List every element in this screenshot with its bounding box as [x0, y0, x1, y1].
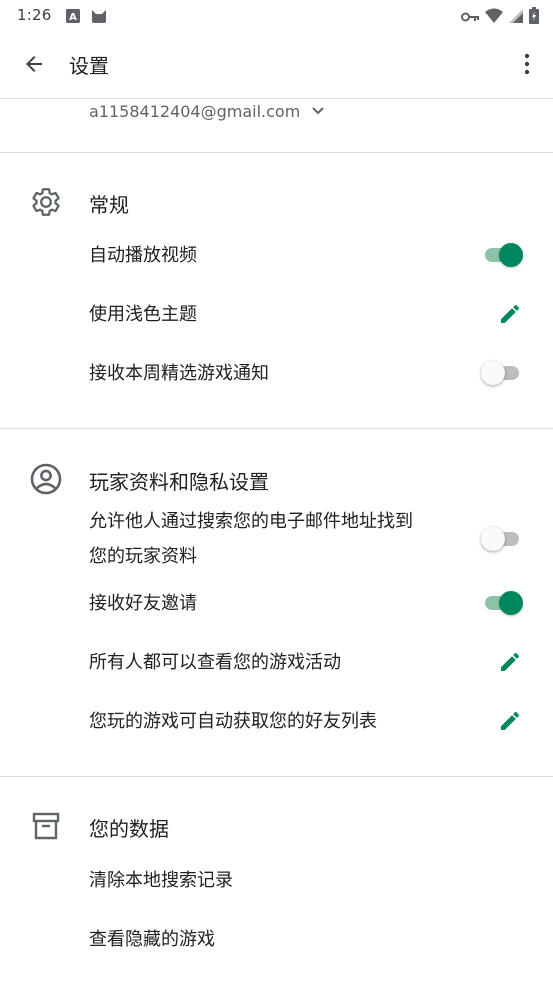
autoplay-video-toggle[interactable]	[481, 243, 523, 267]
section-data-header: 您的数据	[0, 801, 553, 849]
arrow-back-icon	[26, 56, 42, 72]
account-circle-icon	[29, 462, 63, 496]
account-email: a1158412404@gmail.com	[89, 101, 301, 121]
setting-label: 使用浅色主题	[89, 304, 197, 325]
setting-game-activity-visibility[interactable]: 所有人都可以查看您的游戏活动	[0, 645, 553, 680]
section-profile-title: 玩家资料和隐私设置	[89, 470, 269, 494]
key-icon	[461, 8, 479, 27]
svg-text:A: A	[69, 12, 77, 23]
section-general-header: 常规	[0, 177, 553, 225]
setting-friend-list-access[interactable]: 您玩的游戏可自动获取您的好友列表	[0, 704, 553, 739]
setting-searchable-by-email[interactable]: 允许他人通过搜索您的电子邮件地址找到 您的玩家资料	[0, 504, 553, 574]
section-profile-header: 玩家资料和隐私设置	[0, 454, 553, 502]
status-right-icons	[461, 7, 539, 28]
friend-invites-toggle[interactable]	[481, 591, 523, 615]
battery-icon	[529, 7, 539, 28]
wifi-icon	[485, 8, 503, 27]
more-options-button[interactable]	[511, 44, 543, 84]
pencil-icon[interactable]	[497, 708, 523, 734]
setting-label: 查看隐藏的游戏	[89, 929, 215, 950]
section-general-title: 常规	[89, 193, 129, 217]
section-divider	[0, 152, 553, 153]
gear-icon	[29, 185, 63, 219]
setting-label: 接收好友邀请	[89, 593, 197, 614]
cat-icon	[91, 7, 107, 25]
account-selector[interactable]: a1158412404@gmail.com	[89, 98, 325, 124]
pencil-icon[interactable]	[497, 649, 523, 675]
setting-label: 您玩的游戏可自动获取您的好友列表	[89, 711, 377, 732]
archive-icon	[29, 809, 63, 843]
setting-friend-invites[interactable]: 接收好友邀请	[0, 586, 553, 621]
more-vert-icon	[524, 53, 530, 75]
section-divider	[0, 776, 553, 777]
settings-screen: 1:26 A 设置 a1158412404@gmail.com 常规 自动播放视…	[0, 0, 553, 984]
searchable-by-email-toggle[interactable]	[481, 527, 523, 551]
setting-label: 自动播放视频	[89, 245, 197, 266]
setting-label: 所有人都可以查看您的游戏活动	[89, 652, 341, 673]
setting-autoplay-video[interactable]: 自动播放视频	[0, 238, 553, 273]
app-bar: 设置	[0, 32, 553, 96]
status-time: 1:26	[17, 6, 52, 24]
section-data-title: 您的数据	[89, 817, 169, 841]
section-divider	[0, 428, 553, 429]
weekly-games-notification-toggle[interactable]	[481, 361, 523, 385]
status-bar: 1:26 A	[0, 0, 553, 32]
setting-weekly-games-notification[interactable]: 接收本周精选游戏通知	[0, 356, 553, 391]
pencil-icon[interactable]	[497, 301, 523, 327]
setting-clear-local-search[interactable]: 清除本地搜索记录	[0, 863, 553, 898]
setting-light-theme[interactable]: 使用浅色主题	[0, 297, 553, 332]
setting-view-hidden-games[interactable]: 查看隐藏的游戏	[0, 922, 553, 957]
back-button[interactable]	[14, 44, 54, 84]
setting-label: 清除本地搜索记录	[89, 870, 233, 891]
setting-label: 接收本周精选游戏通知	[89, 363, 269, 384]
setting-label-line1: 允许他人通过搜索您的电子邮件地址找到	[89, 511, 413, 532]
page-title: 设置	[69, 54, 109, 78]
a-icon: A	[66, 7, 80, 25]
signal-icon	[509, 8, 523, 27]
setting-label-line2: 您的玩家资料	[89, 546, 197, 567]
chevron-down-icon	[312, 107, 325, 115]
